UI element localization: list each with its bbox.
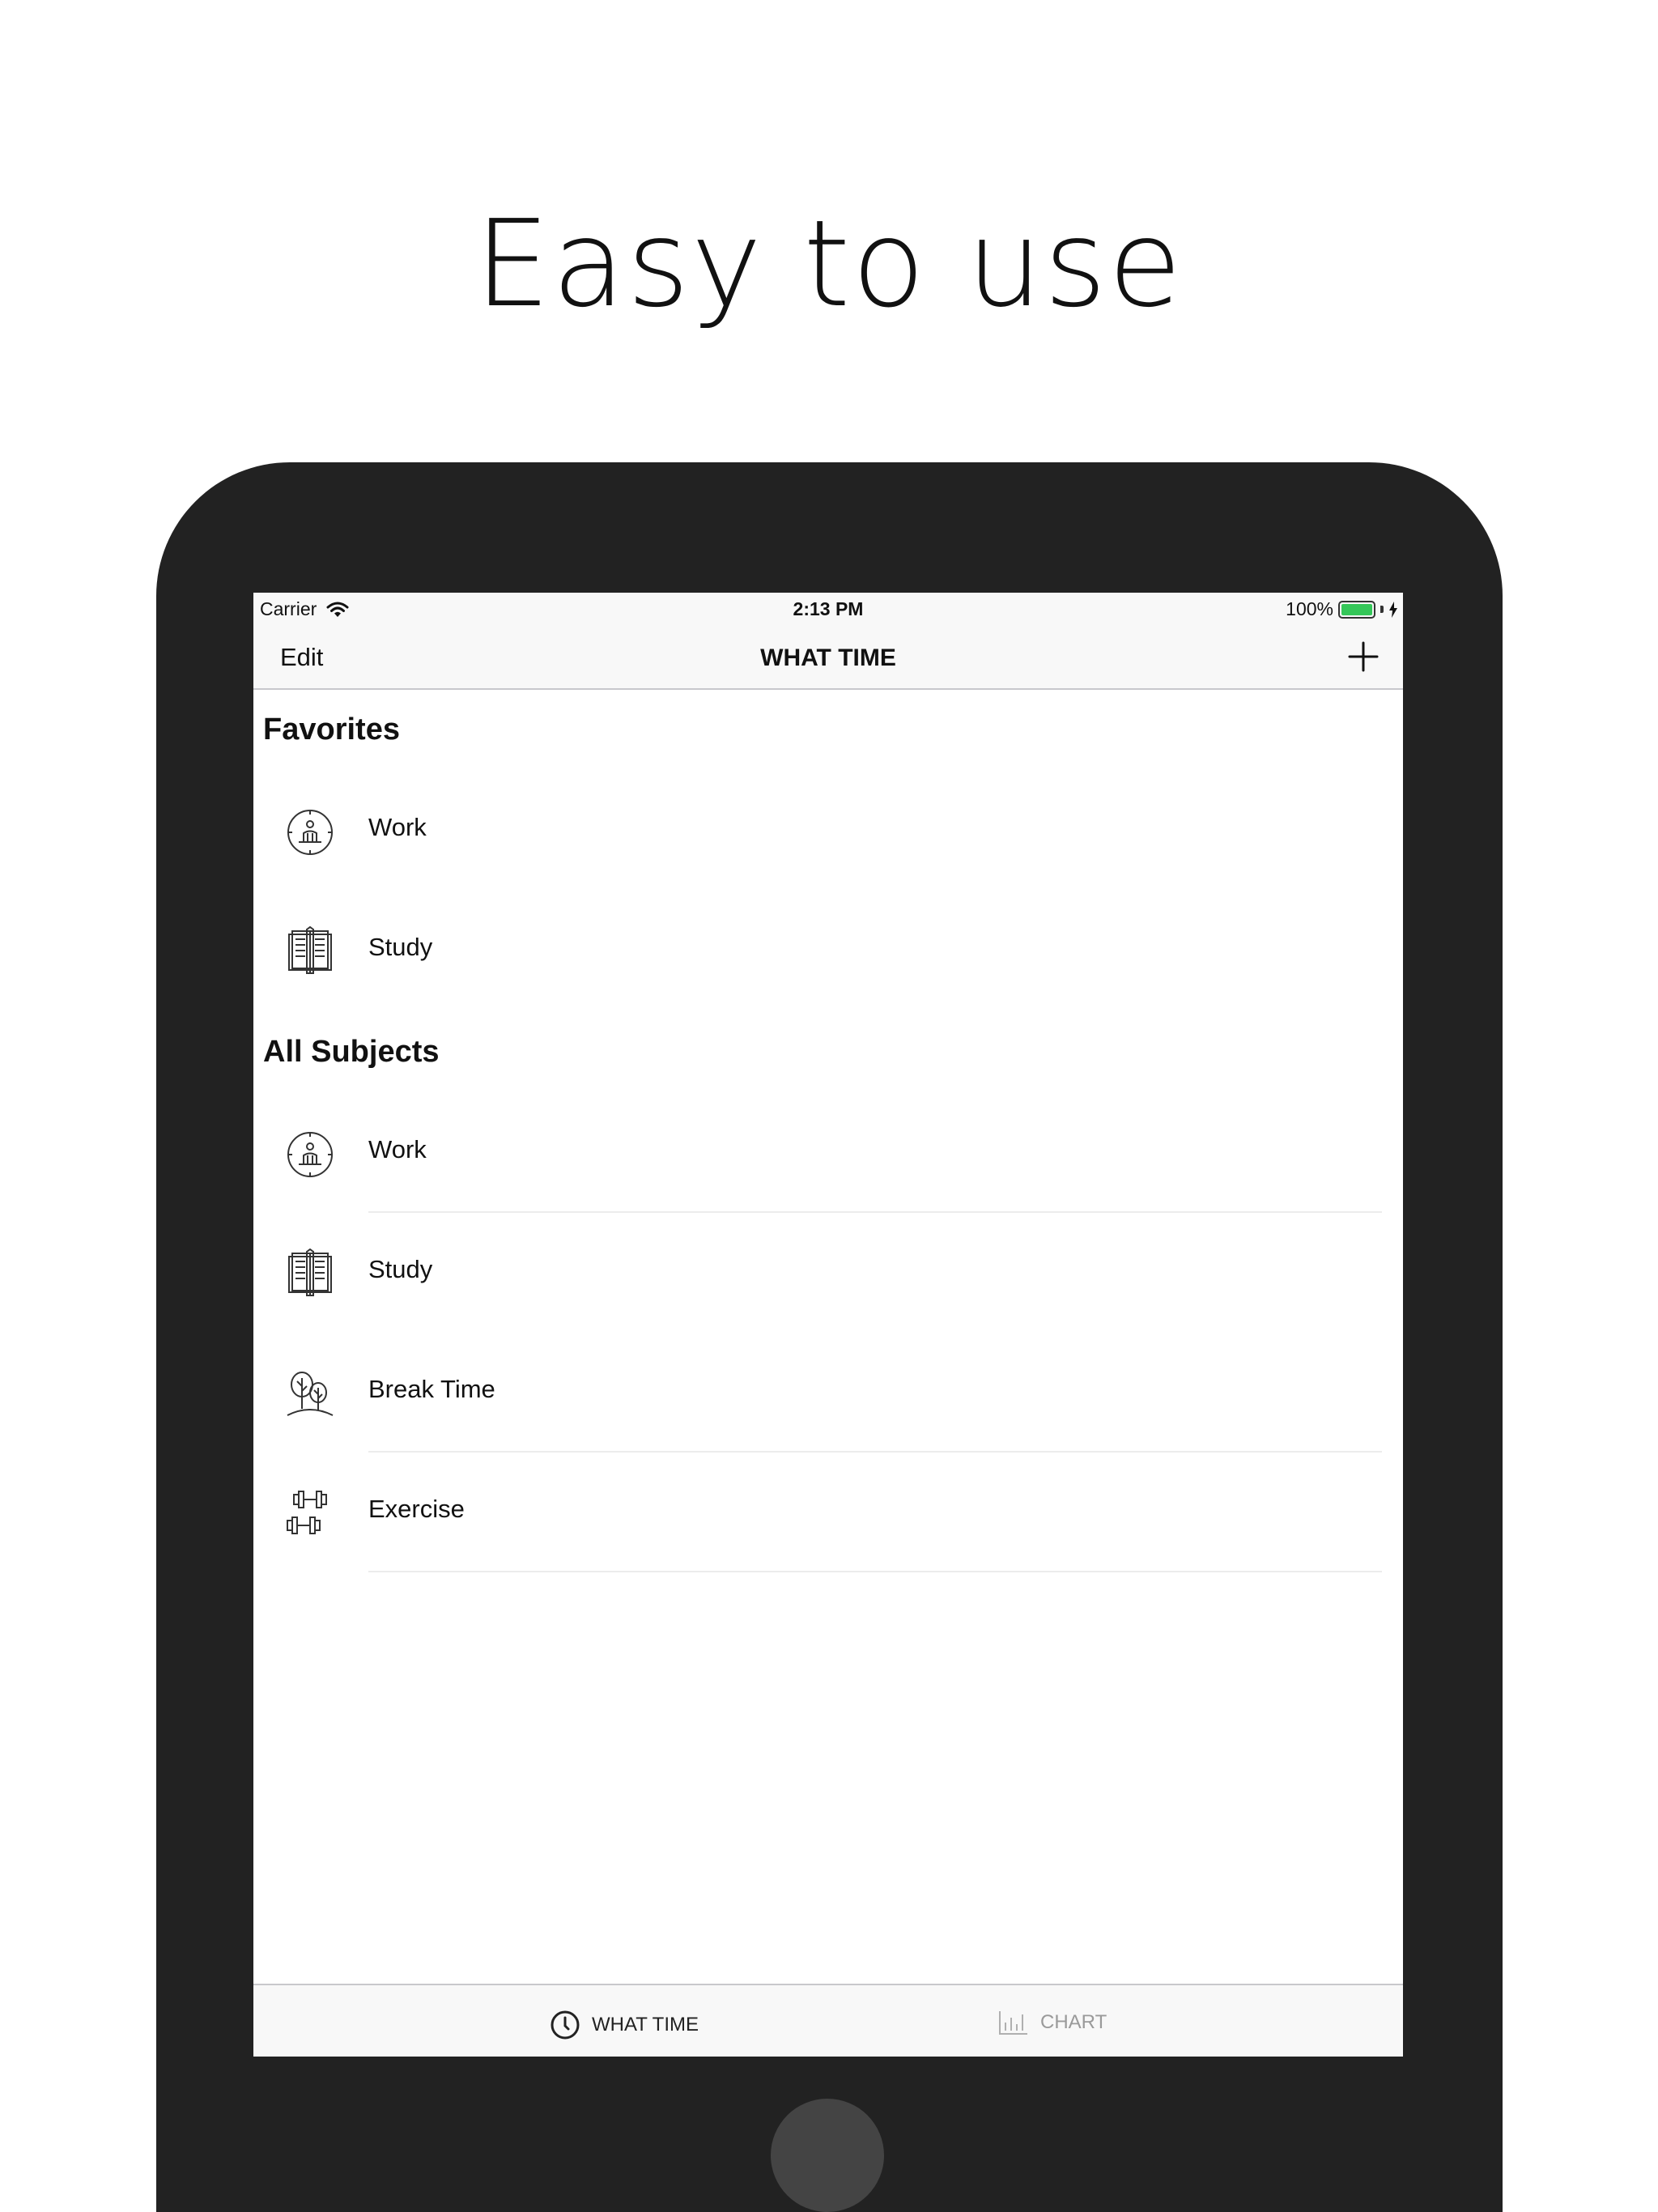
tab-chart[interactable]: CHART	[998, 2010, 1107, 2035]
status-right: 100%	[1286, 598, 1398, 620]
favorites-header: Favorites	[263, 713, 400, 747]
bar-chart-icon	[999, 2011, 1027, 2035]
favorite-item-work[interactable]: Work	[253, 771, 1403, 891]
clock-icon	[551, 2010, 580, 2040]
app-screen: Carrier 2:13 PM 100% Edit WHAT TIME Favo…	[253, 593, 1403, 2057]
home-button[interactable]	[771, 2099, 884, 2212]
all-subjects-header: All Subjects	[263, 1035, 440, 1069]
subject-item-exercise[interactable]: Exercise	[253, 1453, 1403, 1572]
status-time: 2:13 PM	[793, 598, 864, 619]
clock-person-icon	[287, 1132, 333, 1177]
add-button[interactable]	[1343, 636, 1384, 677]
tab-bar: WHAT TIME CHART	[253, 1984, 1403, 2057]
subject-item-break-time[interactable]: Break Time	[253, 1333, 1403, 1453]
row-label: Study	[368, 1255, 433, 1283]
battery-fill	[1341, 603, 1372, 615]
status-bar: Carrier 2:13 PM 100%	[253, 593, 1403, 625]
battery-icon	[1338, 600, 1375, 619]
battery-cap	[1380, 606, 1384, 613]
navigation-bar: Edit WHAT TIME	[253, 625, 1403, 690]
headline: Easy to use	[474, 194, 1184, 334]
tab-label: CHART	[1040, 2011, 1107, 2033]
dumbbell-icon	[287, 1491, 327, 1534]
row-label: Study	[368, 933, 433, 961]
plus-icon	[1348, 641, 1379, 672]
book-icon	[288, 926, 332, 974]
row-label: Exercise	[368, 1495, 465, 1523]
row-label: Break Time	[368, 1375, 495, 1403]
charging-bolt-icon	[1389, 601, 1397, 618]
subject-item-study[interactable]: Study	[253, 1213, 1403, 1333]
tab-label: WHAT TIME	[592, 2014, 699, 2035]
subject-item-work[interactable]: Work	[253, 1093, 1403, 1213]
battery-percent: 100%	[1286, 598, 1333, 619]
favorite-item-study[interactable]: Study	[253, 891, 1403, 1010]
trees-icon	[287, 1372, 334, 1416]
row-label: Work	[368, 813, 427, 841]
book-icon	[288, 1249, 332, 1296]
clock-person-icon	[287, 810, 333, 855]
row-label: Work	[368, 1135, 427, 1163]
tab-what-time[interactable]: WHAT TIME	[550, 2010, 699, 2040]
nav-title: WHAT TIME	[760, 644, 896, 671]
row-separator	[368, 1571, 1382, 1572]
